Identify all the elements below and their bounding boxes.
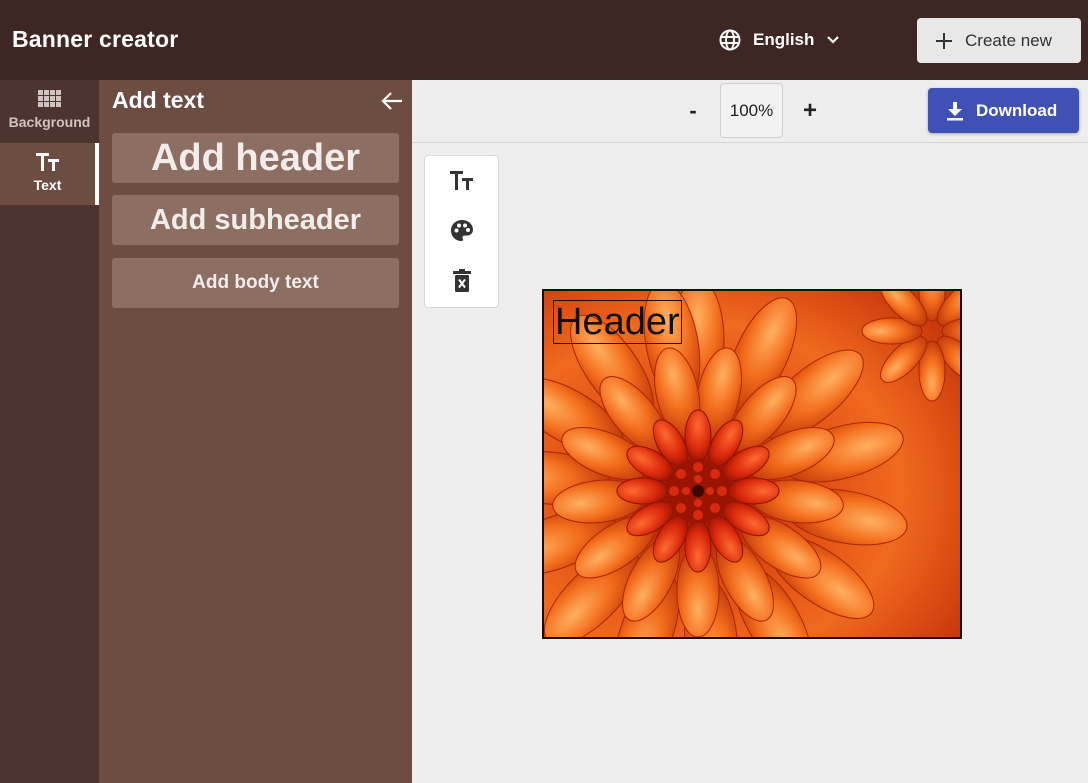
element-tools: [424, 155, 499, 308]
rail-item-background[interactable]: Background: [0, 80, 99, 142]
create-new-label: Create new: [965, 30, 1052, 50]
add-body-text-button[interactable]: Add body text: [112, 258, 399, 308]
banner-canvas[interactable]: Header: [542, 289, 962, 639]
palette-icon: [451, 220, 473, 241]
add-subheader-button[interactable]: Add subheader: [112, 195, 399, 245]
download-label: Download: [976, 100, 1058, 120]
color-tool[interactable]: [448, 217, 476, 245]
zoom-out-button[interactable]: -: [687, 98, 699, 124]
zoom-level-field[interactable]: 100%: [720, 83, 783, 138]
text-size-icon: [450, 171, 473, 190]
add-header-button[interactable]: Add header: [112, 133, 399, 183]
create-new-button[interactable]: Create new: [917, 18, 1081, 63]
text-size-icon: [35, 153, 59, 171]
panel-title: Add text: [112, 87, 204, 113]
plus-icon: [936, 32, 952, 49]
text-style-tool[interactable]: [448, 167, 476, 195]
collapse-panel-button[interactable]: [379, 88, 405, 114]
rail-item-label: Text: [33, 177, 62, 193]
top-bar: Banner creator English Create new: [0, 0, 1088, 80]
delete-tool[interactable]: [448, 267, 476, 295]
app-title: Banner creator: [12, 26, 179, 52]
rail-item-text[interactable]: Text: [0, 143, 99, 205]
rail-item-label: Background: [8, 114, 91, 130]
globe-icon: [719, 29, 741, 51]
add-text-panel: Add text Add header Add subheader Add bo…: [99, 80, 412, 783]
arrow-left-icon: [381, 92, 402, 110]
chevron-down-icon: [827, 36, 840, 44]
language-selector[interactable]: English: [718, 27, 840, 53]
delete-icon: [453, 269, 471, 292]
download-button[interactable]: Download: [928, 88, 1079, 133]
zoom-in-button[interactable]: +: [802, 97, 818, 125]
banner-header-text[interactable]: Header: [553, 300, 682, 344]
canvas-toolbar: - 100% + Download: [412, 80, 1088, 143]
side-rail: Background Text: [0, 80, 99, 783]
grid-icon: [37, 90, 61, 107]
language-label: English: [753, 30, 815, 49]
download-icon: [947, 101, 963, 120]
